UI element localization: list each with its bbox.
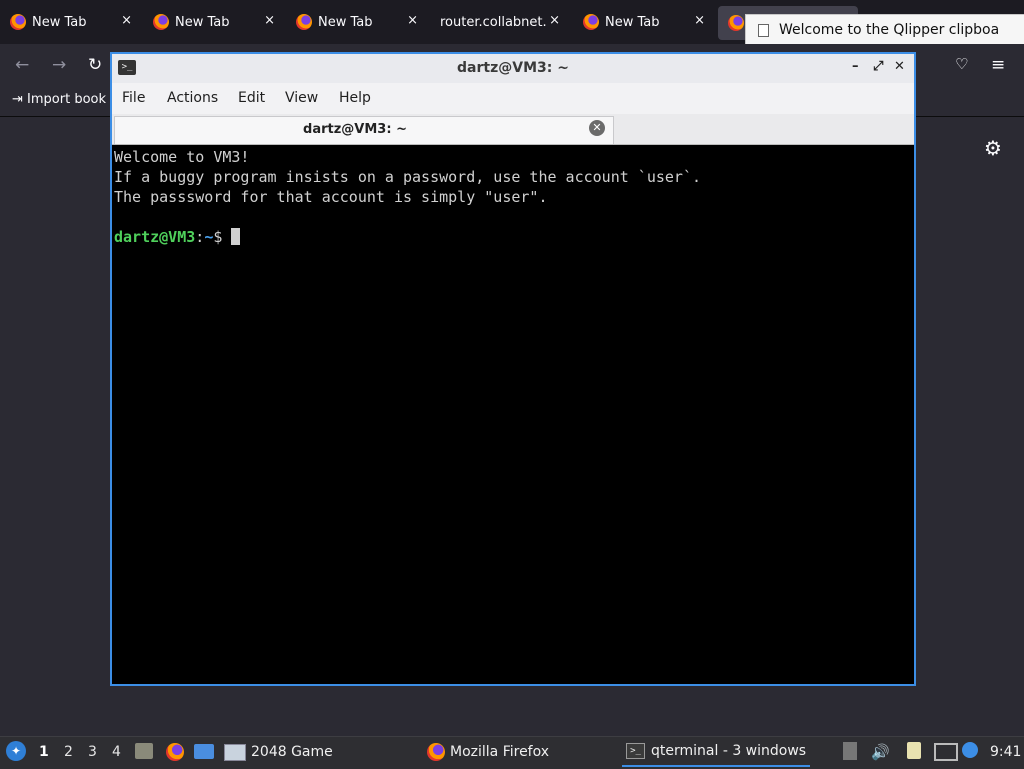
terminal-line: The passsword for that account is simply… — [114, 188, 548, 206]
terminal-tab-bar: dartz@VM3: ~ ✕ — [112, 114, 914, 145]
task-2048-game[interactable]: 2048 Game — [224, 737, 333, 767]
terminal-prompt-line: dartz@VM3:~$ — [114, 227, 910, 247]
firefox-icon — [10, 14, 26, 30]
desktop-3[interactable]: 3 — [88, 744, 97, 760]
tab-label: New Tab — [605, 14, 660, 30]
firefox-icon — [728, 15, 744, 31]
terminal-window: >_ dartz@VM3: ~ – ⤢ ✕ File Actions Edit … — [110, 52, 916, 686]
app-menu-icon[interactable]: ✦ — [6, 741, 26, 761]
show-desktop-icon[interactable] — [843, 742, 857, 760]
firefox-icon — [583, 14, 599, 30]
browser-tab[interactable]: New Tab × — [143, 0, 283, 44]
back-icon[interactable]: ← — [15, 55, 29, 75]
tooltip-text: Welcome to the Qlipper clipboa — [779, 22, 1000, 38]
close-icon[interactable]: × — [264, 13, 275, 28]
task-qterminal[interactable]: >_ qterminal - 3 windows — [622, 737, 811, 767]
pocket-icon[interactable]: ♡ — [955, 55, 968, 73]
browser-tab[interactable]: router.collabnet.l × — [430, 0, 568, 44]
firefox-launcher-icon[interactable] — [166, 743, 184, 761]
firefox-icon — [153, 14, 169, 30]
tab-close-icon[interactable]: ✕ — [589, 120, 605, 136]
window-title: dartz@VM3: ~ — [457, 60, 569, 76]
desktop-4[interactable]: 4 — [112, 744, 121, 760]
desktop-2[interactable]: 2 — [64, 744, 73, 760]
close-icon[interactable]: × — [121, 13, 132, 28]
task-label: Mozilla Firefox — [450, 744, 550, 760]
browser-tab[interactable]: New Tab × — [0, 0, 140, 44]
prompt-symbol: $ — [213, 228, 232, 246]
reload-icon[interactable]: ↻ — [88, 55, 102, 75]
terminal-line: Welcome to VM3! — [114, 148, 250, 166]
terminal-tab-label: dartz@VM3: ~ — [303, 122, 407, 137]
terminal-tab[interactable]: dartz@VM3: ~ ✕ — [114, 116, 614, 144]
import-bookmarks-label: Import book — [27, 92, 107, 107]
clipboard-icon — [758, 23, 769, 37]
menu-view[interactable]: View — [285, 90, 318, 106]
menu-actions[interactable]: Actions — [167, 90, 218, 106]
terminal-titlebar[interactable]: >_ dartz@VM3: ~ – ⤢ ✕ — [112, 54, 914, 83]
import-icon: ⇥ — [12, 92, 23, 107]
gear-icon[interactable]: ⚙ — [984, 136, 1002, 160]
task-firefox[interactable]: Mozilla Firefox — [427, 737, 549, 767]
file-manager-icon[interactable] — [135, 743, 153, 759]
terminal-icon: >_ — [626, 743, 645, 759]
menu-edit[interactable]: Edit — [238, 90, 265, 106]
tab-label: New Tab — [32, 14, 87, 30]
qlipper-tooltip: Welcome to the Qlipper clipboa — [745, 14, 1024, 46]
tab-label: router.collabnet.l — [440, 14, 546, 30]
clock[interactable]: 9:41 — [990, 744, 1021, 760]
text-cursor — [231, 228, 241, 245]
terminal-output[interactable]: Welcome to VM3! If a buggy program insis… — [114, 147, 910, 681]
close-icon[interactable]: × — [694, 13, 705, 28]
clipboard-icon[interactable] — [907, 742, 921, 759]
menu-icon[interactable]: ≡ — [991, 55, 1005, 75]
maximize-icon[interactable]: ⤢ — [873, 59, 883, 74]
notification-icon[interactable] — [962, 742, 978, 758]
close-icon[interactable]: ✕ — [894, 59, 905, 74]
window-icon — [224, 743, 246, 761]
close-icon[interactable]: × — [549, 13, 560, 28]
close-icon[interactable]: × — [407, 13, 418, 28]
minimize-icon[interactable]: – — [852, 59, 859, 74]
prompt-path: ~ — [204, 228, 214, 246]
browser-tab[interactable]: New Tab × — [286, 0, 426, 44]
prompt-user: dartz@VM3 — [114, 228, 196, 246]
firefox-icon — [296, 14, 312, 30]
tab-label: New Tab — [175, 14, 230, 30]
task-label: 2048 Game — [251, 744, 333, 760]
prompt-colon: : — [195, 228, 205, 246]
desktop-icon[interactable] — [194, 744, 214, 759]
network-icon[interactable] — [934, 743, 958, 761]
task-label: qterminal - 3 windows — [651, 743, 807, 759]
terminal-line: If a buggy program insists on a password… — [114, 168, 701, 186]
tab-label: New Tab — [318, 14, 373, 30]
browser-tab[interactable]: New Tab × — [573, 0, 713, 44]
menu-file[interactable]: File — [122, 90, 145, 106]
firefox-icon — [427, 743, 445, 761]
menu-help[interactable]: Help — [339, 90, 371, 106]
menu-bar: File Actions Edit View Help — [112, 83, 914, 114]
volume-icon[interactable]: 🔊 — [871, 743, 890, 761]
forward-icon[interactable]: → — [52, 55, 66, 75]
desktop-1[interactable]: 1 — [39, 744, 49, 760]
import-bookmarks-button[interactable]: ⇥ Import book — [12, 92, 106, 107]
